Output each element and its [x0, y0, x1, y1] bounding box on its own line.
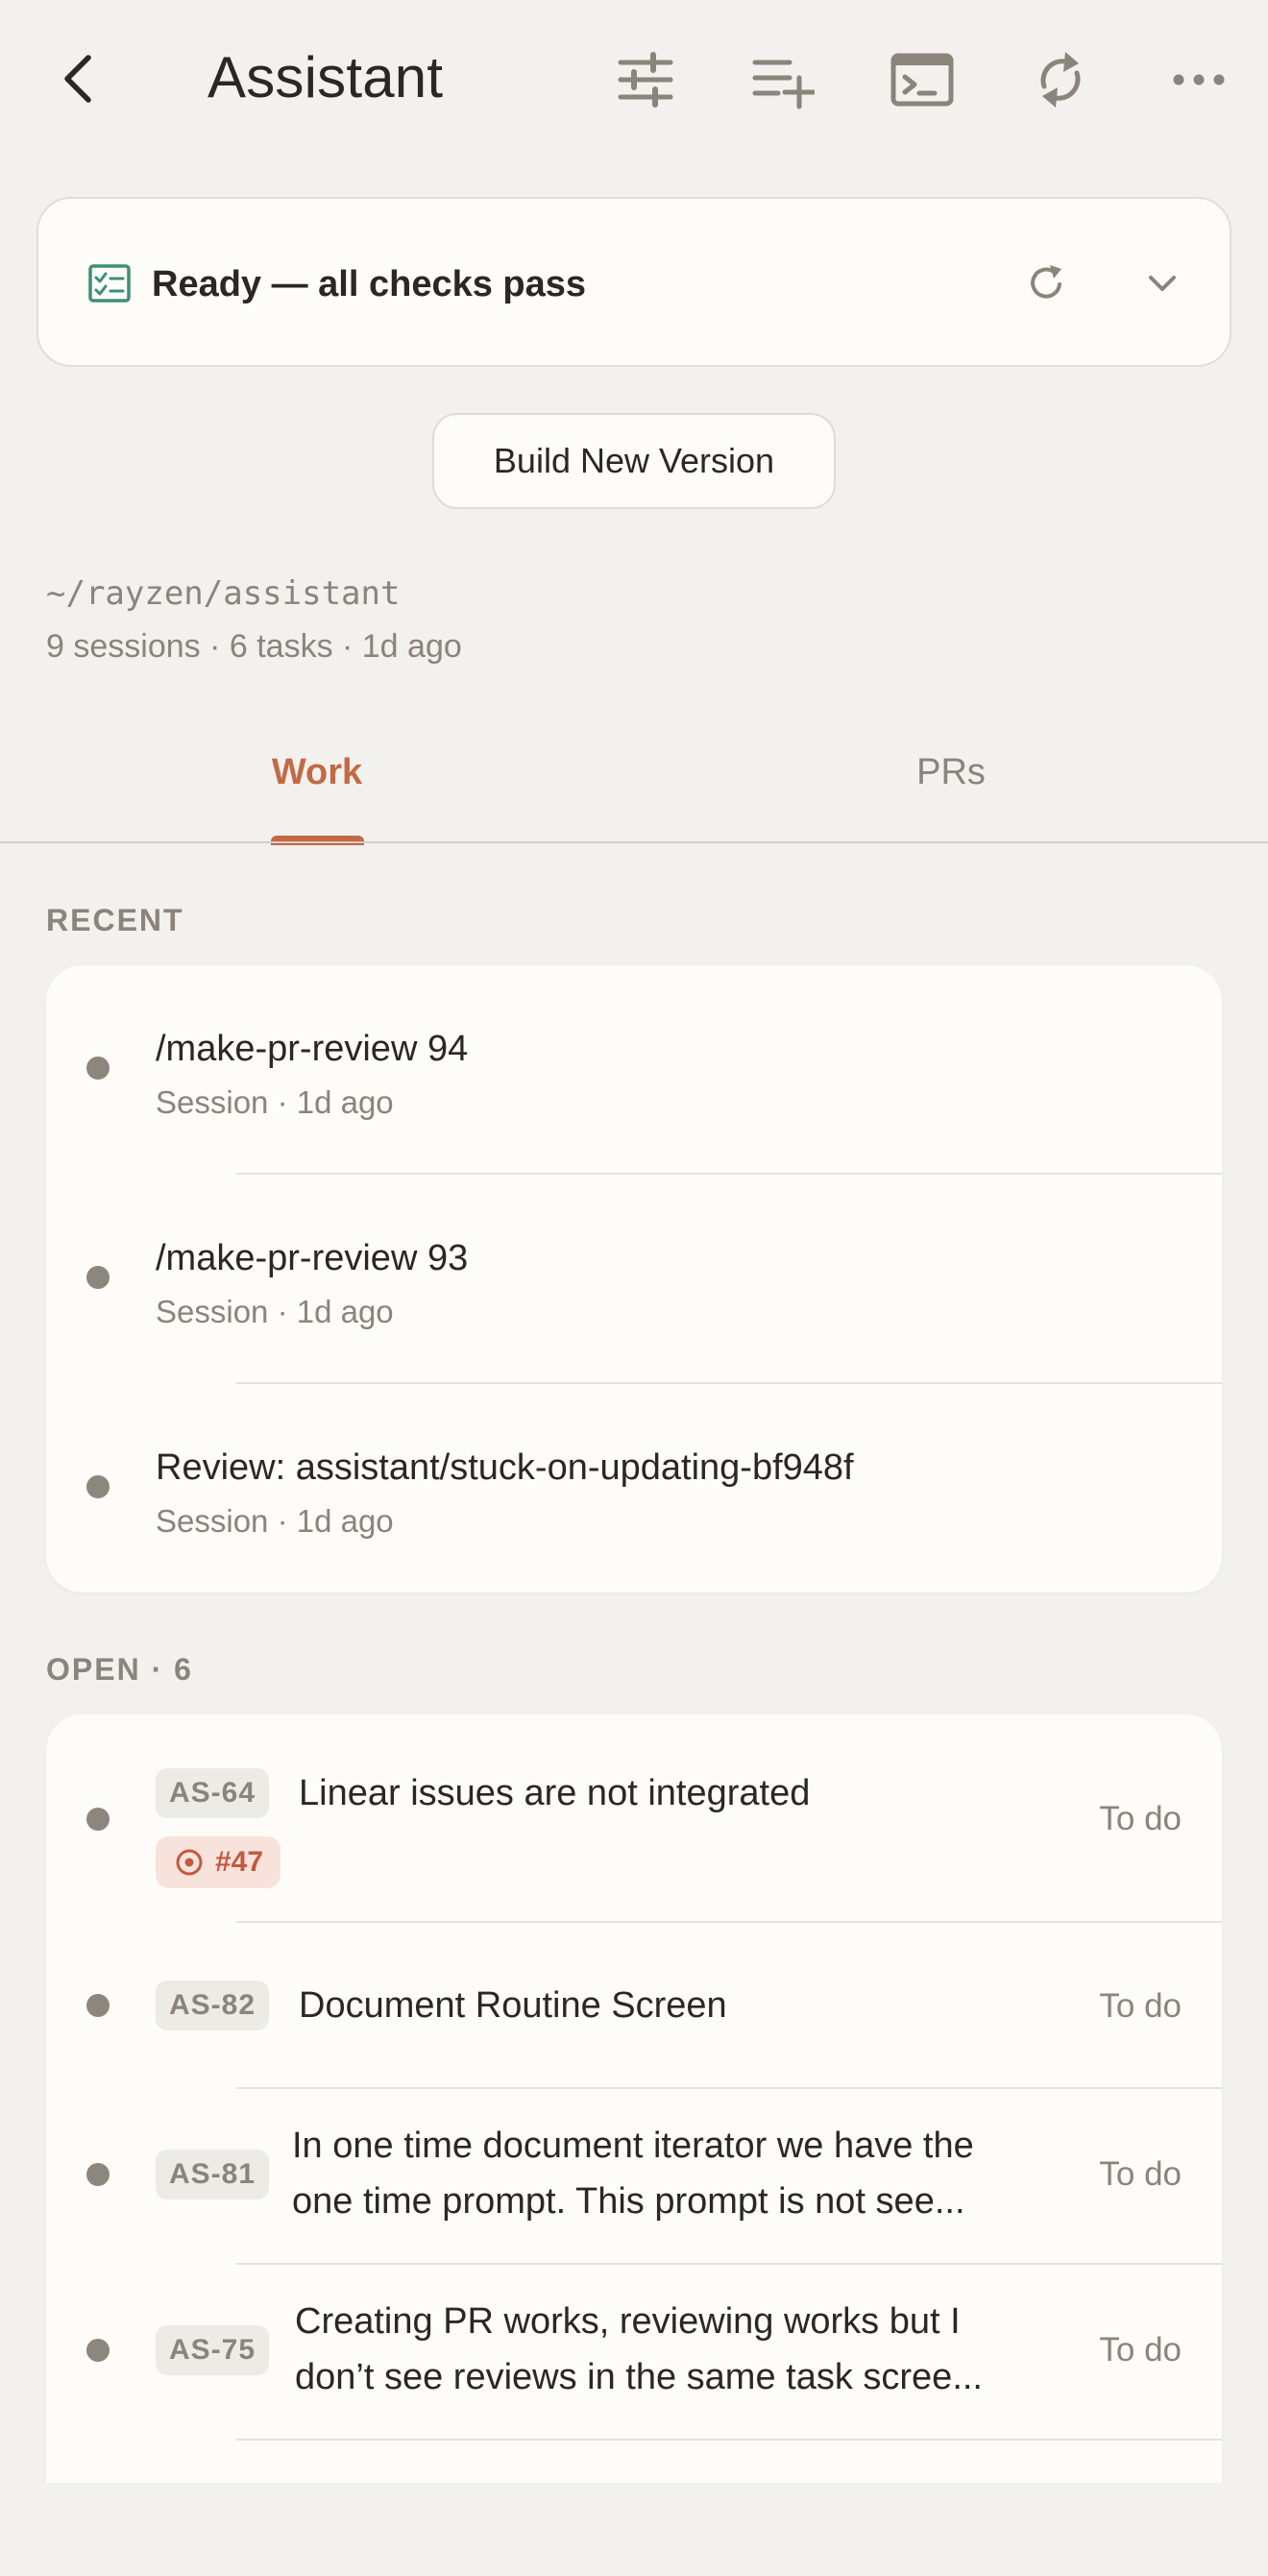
list-item[interactable]: /make-pr-review 93 Session · 1d ago — [46, 1175, 1222, 1384]
issue-title: Linear issues are not integrated — [299, 1773, 811, 1813]
expand-status-button[interactable] — [1124, 245, 1201, 322]
checklist-icon — [81, 255, 138, 312]
tabs-divider — [0, 841, 1268, 843]
issue-status: To do — [1099, 2155, 1182, 2193]
pr-badge[interactable]: #47 — [156, 1836, 281, 1888]
issue-id: AS-81 — [156, 2150, 270, 2199]
issue-title: Document Routine Screen — [299, 1985, 727, 2026]
sliders-icon — [618, 52, 673, 108]
tab-prs[interactable]: PRs — [634, 701, 1268, 843]
recent-list: /make-pr-review 94 Session · 1d ago /mak… — [46, 965, 1222, 1592]
open-issues-list: AS-64 Linear issues are not integrated T… — [46, 1714, 1222, 2483]
issue-dot — [86, 1808, 110, 1831]
back-chevron-icon — [64, 55, 91, 103]
session-subtitle: Session · 1d ago — [156, 1294, 394, 1329]
issue-title-line-2: one time prompt. This prompt is not see.… — [292, 2181, 965, 2222]
issue-status: To do — [1099, 1800, 1182, 1837]
status-card[interactable]: Ready — all checks pass — [37, 197, 1231, 367]
recent-section-label: RECENT — [46, 903, 184, 937]
table-row[interactable]: AS-81 In one time document iterator we h… — [46, 2089, 1222, 2263]
pr-number: #47 — [215, 1846, 264, 1878]
terminal-button[interactable] — [874, 32, 970, 128]
repo-path: ~/rayzen/assistant — [46, 574, 401, 613]
session-subtitle: Session · 1d ago — [156, 1503, 394, 1539]
session-title: /make-pr-review 94 — [156, 1029, 469, 1069]
session-dot — [86, 1266, 110, 1289]
terminal-icon — [890, 53, 954, 107]
build-new-version-button[interactable]: Build New Version — [432, 413, 836, 509]
issue-id: AS-64 — [156, 1768, 270, 1818]
issue-dot — [86, 2163, 110, 2186]
issue-title-line-1: In one time document iterator we have th… — [292, 2126, 974, 2166]
table-row[interactable]: AS-64 Linear issues are not integrated T… — [46, 1714, 1222, 1921]
chevron-down-icon — [1149, 276, 1176, 291]
active-tab-indicator — [271, 836, 364, 845]
refresh-status-button[interactable] — [1009, 245, 1085, 322]
pull-request-target-icon — [176, 1849, 203, 1876]
session-title: /make-pr-review 93 — [156, 1238, 469, 1278]
top-bar: Assistant — [0, 0, 1268, 163]
more-button[interactable] — [1151, 32, 1247, 128]
session-dot — [86, 1475, 110, 1498]
bottom-area — [0, 2483, 1268, 2576]
sync-button[interactable] — [1012, 32, 1109, 128]
issue-dot — [86, 2339, 110, 2362]
status-text: Ready — all checks pass — [152, 264, 587, 304]
page-title: Assistant — [207, 45, 444, 109]
divider — [236, 2439, 1222, 2441]
list-item[interactable]: Review: assistant/stuck-on-updating-bf94… — [46, 1384, 1222, 1592]
issue-title-line-2: don’t see reviews in the same task scree… — [295, 2357, 983, 2397]
issue-status: To do — [1099, 2331, 1182, 2369]
assistant-screen: Assistant Ready — all checks pass Build … — [0, 0, 1268, 2576]
table-row[interactable]: AS-82 Document Routine Screen To do — [46, 1923, 1222, 2087]
more-horizontal-icon — [1173, 74, 1225, 85]
repo-meta: 9 sessions · 6 tasks · 1d ago — [46, 628, 462, 665]
open-section-label: OPEN · 6 — [46, 1652, 193, 1687]
playlist-add-icon — [752, 60, 815, 109]
filter-button[interactable] — [597, 32, 694, 128]
add-to-list-button[interactable] — [735, 32, 831, 128]
table-row[interactable]: AS-75 Creating PR works, reviewing works… — [46, 2265, 1222, 2439]
tab-bar: Work PRs — [0, 701, 1268, 845]
back-button[interactable] — [33, 31, 129, 127]
list-item[interactable]: /make-pr-review 94 Session · 1d ago — [46, 965, 1222, 1175]
sync-icon — [1040, 52, 1081, 108]
session-dot — [86, 1057, 110, 1080]
issue-status: To do — [1099, 1987, 1182, 2025]
refresh-icon — [1031, 265, 1061, 299]
session-subtitle: Session · 1d ago — [156, 1084, 394, 1120]
issue-id: AS-82 — [156, 1981, 270, 2030]
issue-id: AS-75 — [156, 2325, 270, 2375]
issue-title-line-1: Creating PR works, reviewing works but I — [295, 2301, 961, 2342]
tab-work[interactable]: Work — [0, 701, 634, 843]
issue-dot — [86, 1994, 110, 2017]
session-title: Review: assistant/stuck-on-updating-bf94… — [156, 1447, 854, 1488]
